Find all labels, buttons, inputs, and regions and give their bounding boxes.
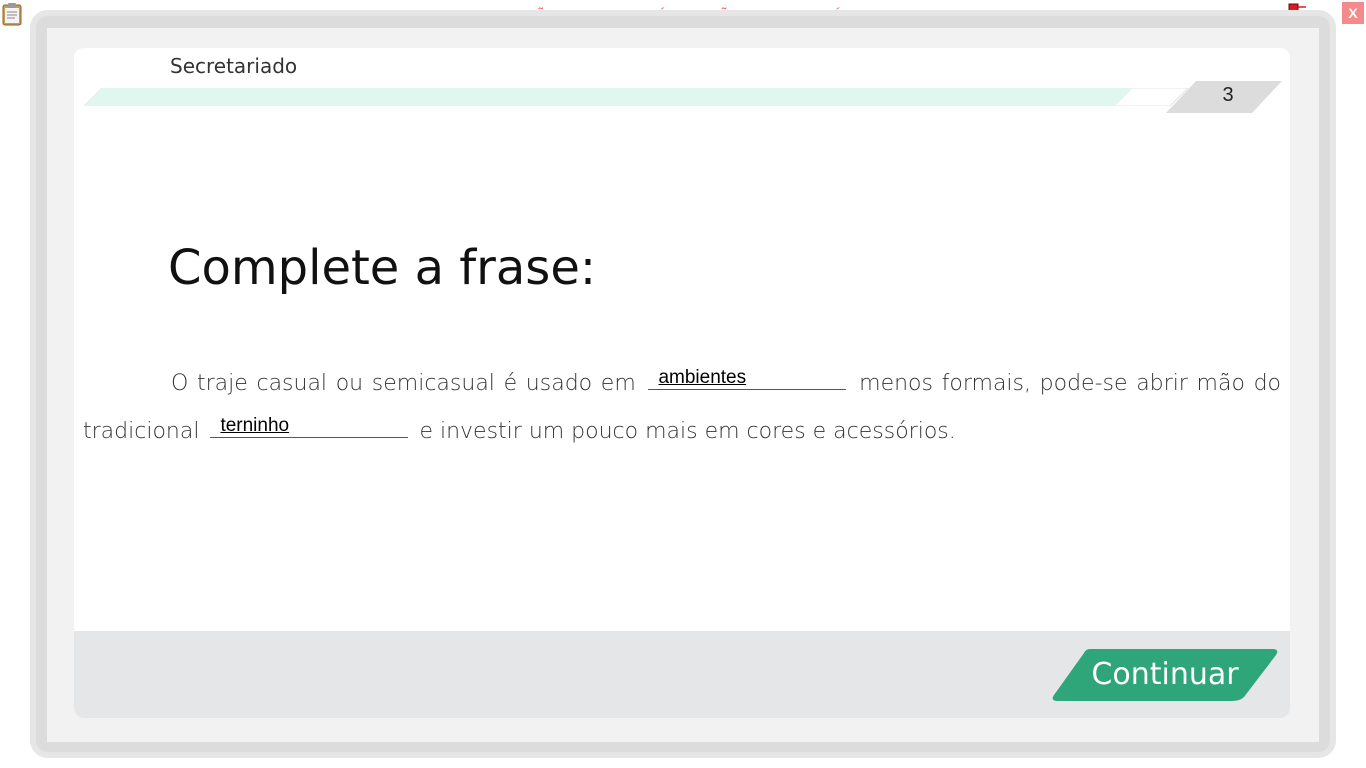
sentence-part-1: O traje casual ou semicasual é usado em	[171, 371, 636, 396]
clipboard-icon[interactable]	[2, 2, 22, 26]
sentence-part-3: e investir um pouco mais em cores e aces…	[419, 419, 956, 444]
answer-blank-2-text: terninho	[220, 415, 290, 436]
continue-label: Continuar	[1091, 657, 1239, 692]
close-button[interactable]: X	[1342, 2, 1364, 24]
progress-fill	[84, 88, 1133, 106]
footer-bar: Continuar	[74, 631, 1290, 718]
progress-bar	[84, 88, 1189, 106]
lesson-card: Secretariado 3 Complete a frase: O traje…	[74, 48, 1290, 718]
answer-blank-2[interactable]: terninho	[210, 411, 409, 438]
continue-button[interactable]: Continuar	[1050, 647, 1280, 703]
fill-in-sentence: O traje casual ou semicasual é usado em …	[83, 360, 1281, 456]
answer-blank-1-text: ambientes	[658, 367, 747, 388]
app-window: VERSÃO PARA FUNCIONÁRIOS - NÃO COMERCIAL…	[0, 0, 1366, 768]
answer-blank-1[interactable]: ambientes	[648, 363, 847, 390]
course-title: Secretariado	[170, 54, 298, 78]
page-number: 3	[1222, 84, 1234, 106]
question-title: Complete a frase:	[168, 240, 597, 296]
